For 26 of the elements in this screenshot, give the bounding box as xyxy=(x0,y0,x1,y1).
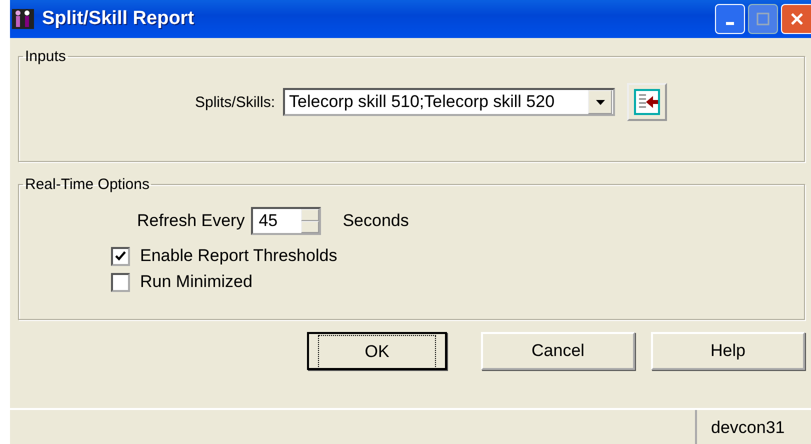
spin-down-button[interactable] xyxy=(300,221,319,233)
field-label: Splits/Skills: xyxy=(195,94,276,110)
refresh-spinbox[interactable]: 45 xyxy=(250,207,321,235)
checkbox[interactable] xyxy=(111,246,130,266)
dialog-button[interactable]: Help xyxy=(651,332,805,370)
field-label: Refresh Every xyxy=(137,211,245,231)
spin-up-button[interactable] xyxy=(300,209,319,221)
checkbox[interactable] xyxy=(111,272,130,292)
select-button[interactable] xyxy=(627,83,668,121)
unit-label: Seconds xyxy=(342,211,409,231)
status-panel: devcon31 xyxy=(695,410,811,444)
dialog-button[interactable]: OK xyxy=(307,332,447,370)
window-title: Split/Skill Report xyxy=(42,8,196,30)
minimize-icon xyxy=(726,22,734,24)
splits-skills-dropdown[interactable]: Telecorp skill 510;Telecorp skill 520 xyxy=(283,88,616,116)
checkmark-icon xyxy=(115,251,126,261)
people-icon xyxy=(12,9,34,29)
maximize-icon xyxy=(756,12,770,26)
group-title: Inputs xyxy=(24,48,67,65)
close-button[interactable] xyxy=(781,4,811,34)
close-icon xyxy=(790,12,804,26)
minimize-button[interactable] xyxy=(715,4,745,34)
checkbox-option[interactable]: Enable Report Thresholds xyxy=(111,243,804,269)
checkbox-option[interactable]: Run Minimized xyxy=(111,269,804,295)
group-title: Real-Time Options xyxy=(24,176,150,193)
dialog-button[interactable]: Cancel xyxy=(481,332,635,370)
